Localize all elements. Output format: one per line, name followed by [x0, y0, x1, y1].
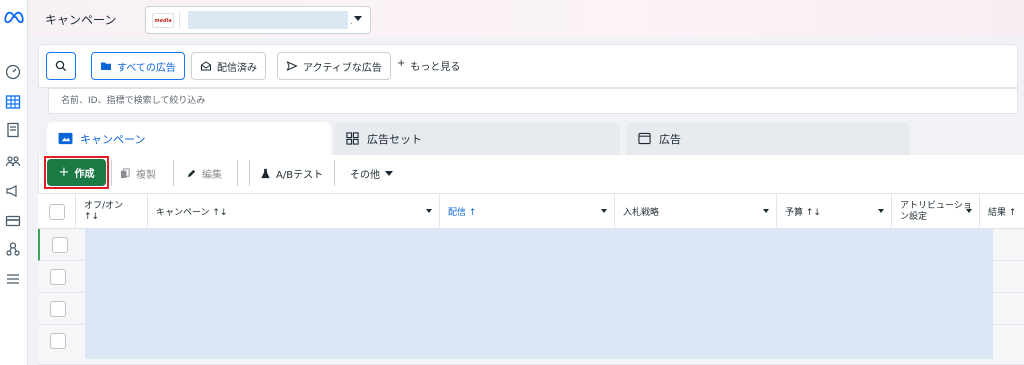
row-checkbox[interactable] — [50, 301, 66, 317]
column-onoff-label: オフ/オン — [84, 200, 124, 211]
tab-adset-label: 広告セット — [367, 132, 422, 146]
column-campaign[interactable]: キャンペーン ↑↓ — [148, 194, 440, 229]
more-filters-button[interactable]: + もっと見る — [397, 58, 460, 73]
folder-icon — [101, 62, 111, 70]
other-menu-button[interactable]: その他 — [350, 162, 393, 184]
filter-all-ads[interactable]: すべての広告 — [91, 52, 185, 80]
row-checkbox[interactable] — [50, 269, 66, 285]
ad-account-select[interactable]: media . — [145, 6, 371, 34]
plus-icon: + — [397, 58, 406, 69]
redacted-rows-overlay — [85, 229, 993, 359]
search-input[interactable] — [49, 89, 1017, 113]
meta-logo-icon[interactable] — [3, 8, 25, 26]
flask-icon — [261, 168, 270, 178]
row-checkbox[interactable] — [52, 237, 68, 253]
column-budget-label: 予算 ↑↓ — [785, 208, 821, 218]
business-structure-icon[interactable] — [4, 240, 22, 258]
ad-window-icon — [636, 132, 652, 146]
folder-icon — [57, 132, 73, 146]
chevron-down-icon — [878, 209, 884, 213]
search-button[interactable] — [46, 52, 76, 80]
chevron-down-icon — [601, 209, 607, 213]
column-bid-strategy[interactable]: 入札戦略 — [615, 194, 777, 229]
duplicate-icon — [120, 167, 130, 178]
edit-label: 編集 — [202, 169, 222, 181]
column-onoff[interactable]: オフ/オン ↑↓ — [76, 194, 148, 229]
menu-icon[interactable] — [4, 270, 22, 288]
toolbar-divider — [334, 160, 335, 186]
toolbar-divider — [237, 160, 238, 186]
column-attribution[interactable]: アトリビューショ ン設定 — [892, 194, 980, 229]
more-filters-label: もっと見る — [410, 62, 461, 73]
page-title: キャンペーン — [45, 13, 117, 27]
search-icon — [55, 60, 67, 72]
tab-adset[interactable]: 広告セット — [334, 122, 620, 155]
chevron-down-icon — [426, 209, 432, 213]
top-bar: キャンペーン media . — [29, 0, 1024, 38]
sort-icon: ↑↓ — [84, 211, 100, 222]
duplicate-label: 複製 — [136, 169, 156, 181]
toolbar-divider — [173, 160, 174, 186]
create-button[interactable]: + 作成 — [47, 159, 106, 186]
chevron-down-icon — [966, 209, 972, 213]
left-rail — [0, 0, 28, 365]
table-header: オフ/オン ↑↓ キャンペーン ↑↓ 配信 ↑ 入札戦略 予算 ↑↓ アトリビュ… — [38, 193, 1024, 229]
column-campaign-label: キャンペーン ↑↓ — [156, 208, 228, 218]
column-attribution-label-2: ン設定 — [900, 211, 928, 222]
select-all-checkbox[interactable] — [48, 203, 65, 220]
tab-campaign-label: キャンペーン — [80, 132, 146, 146]
row-checkbox[interactable] — [50, 333, 66, 349]
chevron-down-icon — [385, 170, 393, 176]
create-button-label: 作成 — [74, 169, 95, 180]
grid-icon — [344, 132, 360, 146]
toolbar-divider — [249, 160, 250, 186]
column-results[interactable]: 結果 ↑ — [980, 194, 1024, 229]
dashboard-icon[interactable] — [4, 63, 22, 81]
account-name-dot: . — [350, 17, 353, 26]
pages-icon[interactable] — [4, 121, 22, 139]
filter-all-ads-label: すべての広告 — [117, 62, 176, 74]
account-name-redacted — [188, 11, 348, 29]
search-row — [48, 88, 1018, 114]
pencil-icon — [187, 169, 196, 177]
select-all-cell — [38, 194, 76, 229]
account-separator — [179, 12, 180, 29]
tab-ad[interactable]: 広告 — [626, 122, 910, 155]
filter-bar: すべての広告 配信済み アクティブな広告 + もっと見る — [38, 44, 1018, 88]
column-bid-label: 入札戦略 — [623, 208, 660, 218]
column-budget[interactable]: 予算 ↑↓ — [777, 194, 892, 229]
column-attribution-label-1: アトリビューショ — [900, 200, 972, 211]
other-menu-label: その他 — [350, 169, 380, 181]
tab-campaign[interactable]: キャンペーン — [47, 122, 331, 155]
audience-icon[interactable] — [4, 152, 22, 170]
chevron-down-icon — [763, 209, 769, 213]
edit-button[interactable]: 編集 — [186, 162, 222, 184]
send-icon — [286, 61, 298, 71]
filter-delivered-label: 配信済み — [217, 62, 257, 74]
campaign-table-icon[interactable] — [4, 93, 22, 111]
chevron-down-icon — [354, 16, 362, 21]
filter-active-ads[interactable]: アクティブな広告 — [277, 52, 391, 80]
column-delivery[interactable]: 配信 ↑ — [440, 194, 615, 229]
duplicate-button[interactable]: 複製 — [120, 162, 156, 184]
column-results-label: 結果 ↑ — [988, 208, 1017, 218]
column-delivery-label: 配信 ↑ — [448, 208, 477, 218]
ab-test-label: A/Bテスト — [276, 169, 324, 181]
megaphone-icon[interactable] — [4, 182, 22, 200]
plus-icon: + — [58, 165, 70, 180]
billing-card-icon[interactable] — [4, 212, 22, 230]
ab-test-button[interactable]: A/Bテスト — [260, 162, 323, 184]
envelope-icon — [201, 61, 211, 71]
account-logo: media — [152, 13, 174, 28]
toolbar-divider — [111, 160, 112, 186]
tab-ad-label: 広告 — [659, 132, 681, 146]
filter-delivered[interactable]: 配信済み — [191, 52, 266, 80]
filter-active-ads-label: アクティブな広告 — [303, 62, 382, 74]
